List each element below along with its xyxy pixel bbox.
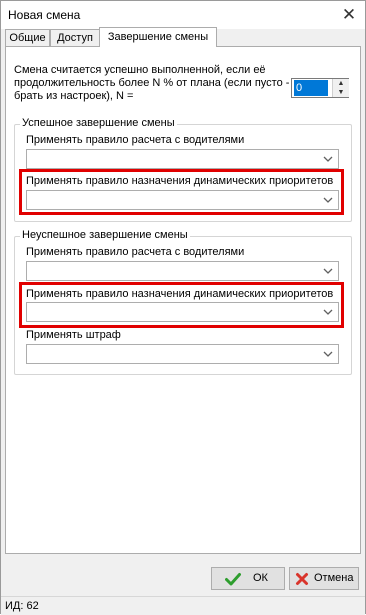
chevron-down-icon — [323, 197, 333, 203]
cancel-button[interactable]: Отмена — [289, 567, 359, 590]
failure-group-title: Неуспешное завершение смены — [20, 229, 190, 242]
threshold-n-spinner[interactable]: 0 ▲ ▼ — [291, 78, 349, 98]
dialog-window: Новая смена ✕ Общие Доступ Завершение см… — [0, 0, 366, 615]
success-priority-rule-select[interactable] — [26, 190, 339, 210]
failure-priority-rule-select[interactable] — [26, 302, 339, 322]
chevron-down-icon — [323, 268, 333, 274]
tab-shift-completion[interactable]: Завершение смены — [99, 27, 217, 47]
status-bar: ИД: 62 — [1, 596, 365, 615]
chevron-down-icon — [323, 156, 333, 162]
tab-shift-completion-label: Завершение смены — [107, 31, 209, 43]
penalty-label: Применять штраф — [26, 329, 121, 341]
spin-up-button[interactable]: ▲ — [332, 79, 349, 88]
success-group-title: Успешное завершение смены — [20, 117, 177, 130]
window-title: Новая смена — [8, 8, 81, 22]
failure-priority-rule-label: Применять правило назначения динамически… — [26, 288, 334, 300]
close-button[interactable]: ✕ — [337, 3, 361, 27]
tab-general-label: Общие — [9, 32, 46, 44]
threshold-n-input[interactable]: 0 — [294, 80, 328, 96]
chevron-down-icon — [323, 351, 333, 357]
record-id-text: ИД: 62 — [5, 600, 39, 612]
ok-button-label: ОК — [253, 572, 268, 584]
cross-icon — [296, 573, 308, 585]
checkmark-icon — [225, 573, 241, 586]
title-bar: Новая смена ✕ — [1, 1, 365, 29]
tab-access-label: Доступ — [57, 32, 93, 44]
success-driver-rule-label: Применять правило расчета с водителями — [26, 134, 245, 146]
ok-button[interactable]: ОК — [211, 567, 285, 590]
close-icon: ✕ — [341, 5, 357, 24]
penalty-select[interactable] — [26, 344, 339, 364]
success-driver-rule-select[interactable] — [26, 149, 339, 169]
chevron-down-icon — [323, 309, 333, 315]
success-priority-rule-label: Применять правило назначения динамически… — [26, 175, 334, 187]
completion-threshold-description: Смена считается успешно выполненной, есл… — [14, 64, 290, 102]
failure-driver-rule-select[interactable] — [26, 261, 339, 281]
cancel-button-label: Отмена — [314, 572, 354, 584]
tab-access[interactable]: Доступ — [50, 29, 100, 46]
tab-general[interactable]: Общие — [5, 29, 50, 46]
failure-driver-rule-label: Применять правило расчета с водителями — [26, 246, 245, 258]
spin-down-button[interactable]: ▼ — [332, 88, 349, 97]
